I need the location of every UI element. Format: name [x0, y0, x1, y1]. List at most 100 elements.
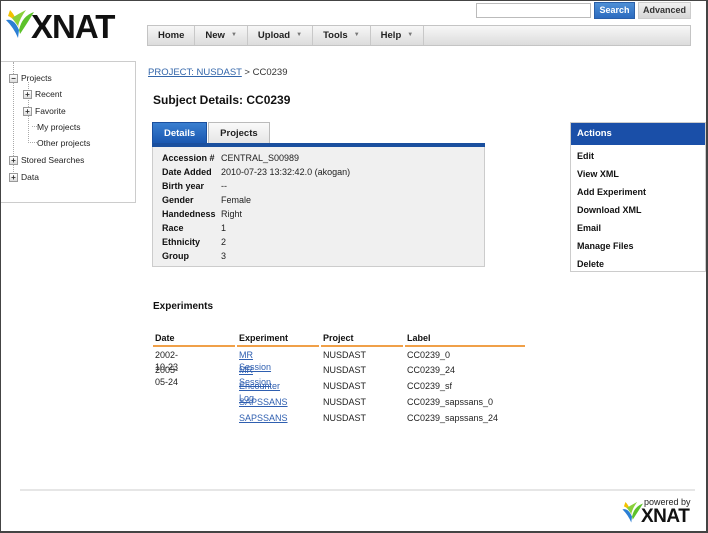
- action-manage-files[interactable]: Manage Files: [577, 240, 634, 252]
- caret-down-icon: ▼: [296, 32, 303, 38]
- tree-item-label: Other projects: [37, 138, 91, 148]
- experiments-title: Experiments: [153, 301, 214, 312]
- breadcrumb-separator: >: [241, 67, 253, 78]
- tree-item-other-projects[interactable]: Other projects: [37, 137, 90, 149]
- detail-key: Ethnicity: [162, 237, 201, 247]
- action-edit[interactable]: Edit: [577, 150, 594, 162]
- expand-icon[interactable]: +: [23, 89, 32, 99]
- caret-down-icon: ▼: [407, 32, 414, 38]
- cell-project: NUSDAST: [323, 350, 367, 360]
- action-view-xml[interactable]: View XML: [577, 168, 619, 180]
- tab-details[interactable]: Details: [152, 122, 208, 143]
- powered-by-xnat-logo[interactable]: powered by XNAT: [621, 497, 701, 529]
- page-title: Subject Details: CC0239: [153, 93, 291, 107]
- action-download-xml[interactable]: Download XML: [577, 204, 642, 216]
- xnat-logo[interactable]: XNAT: [4, 8, 115, 46]
- cell-experiment-link[interactable]: SAPSSANS: [239, 412, 288, 424]
- cell-experiment-link[interactable]: MR Session: [239, 364, 271, 387]
- cell-label: CC0239_sapssans_24: [407, 413, 499, 423]
- nav-help[interactable]: Help ▼: [371, 26, 425, 45]
- action-delete[interactable]: Delete: [577, 258, 604, 270]
- breadcrumb: PROJECT: NUSDAST > CC0239: [148, 67, 287, 78]
- detail-row-group: Group 3: [162, 250, 226, 262]
- column-header-experiment[interactable]: Experiment: [239, 332, 288, 344]
- header-divider: [153, 345, 235, 347]
- column-header-project[interactable]: Project: [323, 332, 354, 344]
- detail-row-date-added: Date Added 2010-07-23 13:32:42.0 (akogan): [162, 166, 350, 178]
- header-divider: [321, 345, 403, 347]
- detail-value: 2: [221, 237, 227, 247]
- cell-experiment-link[interactable]: MR Session: [239, 349, 271, 372]
- cell-project: NUSDAST: [323, 365, 367, 375]
- detail-row-accession: Accession # CENTRAL_S00989: [162, 152, 299, 164]
- detail-value: Right: [221, 209, 243, 219]
- tree-item-recent[interactable]: + Recent: [23, 88, 62, 100]
- cell-label: CC0239_sapssans_0: [407, 397, 494, 407]
- tree-item-projects[interactable]: − Projects: [9, 72, 52, 84]
- column-header-label[interactable]: Label: [407, 332, 431, 344]
- navigation-tree: − Projects + Recent + Favorite My projec…: [1, 61, 136, 203]
- breadcrumb-project-link[interactable]: PROJECT: NUSDAST: [148, 67, 242, 78]
- header-divider: [237, 345, 319, 347]
- action-add-experiment[interactable]: Add Experiment: [577, 186, 646, 198]
- cell-project: NUSDAST: [323, 381, 367, 391]
- cell-label: CC0239_sf: [407, 381, 453, 391]
- search-input[interactable]: [476, 3, 591, 18]
- subject-details-panel: Accession # CENTRAL_S00989 Date Added 2010…: [152, 147, 485, 267]
- action-email[interactable]: Email: [577, 222, 601, 234]
- nav-tools[interactable]: Tools ▼: [313, 26, 371, 45]
- column-header-date[interactable]: Date: [155, 332, 175, 344]
- detail-value: Female: [221, 195, 252, 205]
- footer-divider: [20, 489, 695, 491]
- tree-item-label: Stored Searches: [21, 155, 85, 165]
- xnat-logo-mark-icon: [6, 10, 34, 38]
- detail-tabs: Details Projects: [152, 122, 271, 143]
- tree-connector: [28, 142, 37, 143]
- nav-home-label: Home: [158, 30, 185, 41]
- caret-down-icon: ▼: [353, 32, 360, 38]
- expand-icon[interactable]: +: [9, 172, 18, 182]
- tree-item-my-projects[interactable]: My projects: [37, 121, 80, 133]
- cell-experiment-link[interactable]: SAPSSANS: [239, 396, 288, 408]
- nav-tools-label: Tools: [323, 30, 348, 41]
- expand-icon[interactable]: +: [23, 106, 32, 116]
- nav-help-label: Help: [380, 30, 402, 41]
- powered-by-brand: XNAT: [641, 506, 690, 527]
- nav-new[interactable]: New ▼: [195, 26, 248, 45]
- actions-header: Actions: [571, 123, 705, 145]
- collapse-icon[interactable]: −: [9, 73, 18, 83]
- tree-item-label: Favorite: [35, 106, 66, 116]
- cell-date: 2005-05-24: [155, 365, 179, 387]
- actions-panel: Actions Edit View XML Add Experiment Dow…: [570, 122, 706, 272]
- expand-icon[interactable]: +: [9, 155, 18, 165]
- nav-upload[interactable]: Upload ▼: [248, 26, 314, 45]
- main-nav: Home New ▼ Upload ▼ Tools ▼ Help ▼: [147, 25, 691, 46]
- tree-item-label: My projects: [37, 122, 81, 132]
- detail-value: 3: [221, 251, 227, 261]
- detail-key: Race: [162, 223, 184, 233]
- detail-value: CENTRAL_S00989: [221, 153, 300, 163]
- cell-date: 2002-10-23: [155, 350, 179, 372]
- tree-item-stored-searches[interactable]: + Stored Searches: [9, 154, 84, 166]
- tab-projects[interactable]: Projects: [208, 122, 270, 143]
- tree-item-favorite[interactable]: + Favorite: [23, 105, 66, 117]
- detail-row-race: Race 1: [162, 222, 226, 234]
- detail-value: --: [221, 181, 227, 191]
- tree-item-label: Data: [21, 172, 39, 182]
- nav-home[interactable]: Home: [148, 26, 196, 45]
- cell-experiment-link[interactable]: Encounter Log: [239, 380, 280, 403]
- header-divider: [405, 345, 525, 347]
- detail-key: Gender: [162, 195, 194, 205]
- nav-new-label: New: [205, 30, 225, 41]
- detail-row-gender: Gender Female: [162, 194, 251, 206]
- detail-row-ethnicity: Ethnicity 2: [162, 236, 226, 248]
- tree-item-label: Projects: [21, 73, 52, 83]
- advanced-search-button[interactable]: Advanced: [638, 2, 691, 19]
- cell-project: NUSDAST: [323, 413, 367, 423]
- tree-item-data[interactable]: + Data: [9, 171, 39, 183]
- cell-label: CC0239_24: [407, 365, 456, 375]
- cell-label: CC0239_0: [407, 350, 451, 360]
- detail-row-birth-year: Birth year --: [162, 180, 227, 192]
- search-button[interactable]: Search: [594, 2, 635, 19]
- detail-key: Handedness: [162, 209, 216, 219]
